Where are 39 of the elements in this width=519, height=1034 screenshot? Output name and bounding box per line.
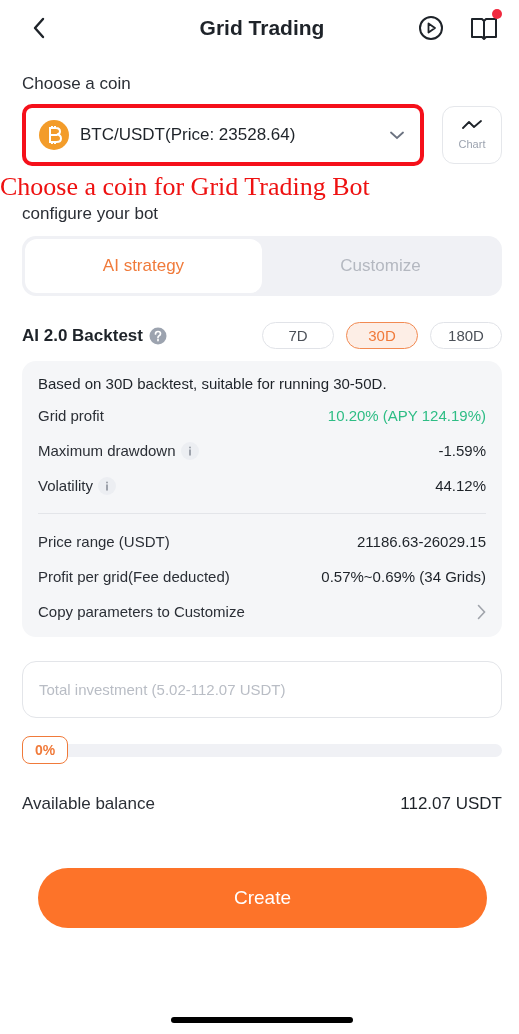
row-value: -1.59%: [438, 442, 486, 459]
row-label: Maximum drawdown: [38, 442, 176, 459]
strategy-tab[interactable]: Customize: [262, 239, 499, 293]
row-label: Grid profit: [38, 407, 104, 424]
summary-note: Based on 30D backtest, suitable for running 30-50D.: [38, 375, 388, 392]
row-label: Price range (USDT): [38, 533, 170, 550]
info-icon[interactable]: [180, 441, 199, 460]
period-chip[interactable]: 30D: [346, 322, 418, 349]
create-button[interactable]: Create: [38, 868, 487, 928]
help-icon[interactable]: [148, 326, 167, 345]
row-label: Profit per grid(Fee deducted): [38, 568, 230, 585]
coin-icon: [38, 119, 70, 151]
annotation-text: Choose a coin for Grid Trading Bot: [0, 172, 371, 202]
slider-thumb[interactable]: 0%: [22, 736, 68, 764]
info-icon[interactable]: [98, 476, 117, 495]
row-value: 10.20% (APY 124.19%): [327, 407, 486, 424]
coin-selector[interactable]: BTC/USDT(Price: 23528.64): [22, 104, 424, 166]
chart-button[interactable]: Chart: [442, 106, 502, 164]
investment-field[interactable]: Total investment (5.02-112.07 USDT): [22, 661, 502, 718]
balance-label: Available balance: [22, 794, 155, 814]
row-value: 44.12%: [435, 477, 486, 494]
strategy-tab[interactable]: AI strategy: [25, 239, 262, 293]
copy-parameters-link[interactable]: Copy parameters to Customize: [38, 594, 486, 629]
section-label: configure your bot: [22, 204, 160, 224]
period-chip[interactable]: 7D: [262, 322, 334, 349]
page-title: Grid Trading: [198, 16, 326, 40]
row-value: 21186.63-26029.15: [357, 533, 486, 550]
section-title: AI 2.0 Backtest: [22, 325, 143, 346]
play-icon[interactable]: [418, 15, 444, 41]
period-chip[interactable]: 180D: [430, 322, 502, 349]
chevron-right-icon: [477, 603, 486, 620]
book-icon[interactable]: [470, 15, 498, 41]
back-icon[interactable]: [32, 17, 46, 39]
section-label: Choose a coin: [22, 74, 132, 94]
row-value: 0.57%~0.69% (34 Grids): [321, 568, 486, 585]
row-label: Volatility: [38, 477, 94, 494]
line-chart-icon: [462, 120, 482, 130]
balance-value: 112.07 USDT: [400, 794, 502, 814]
caret-icon: [390, 130, 404, 140]
